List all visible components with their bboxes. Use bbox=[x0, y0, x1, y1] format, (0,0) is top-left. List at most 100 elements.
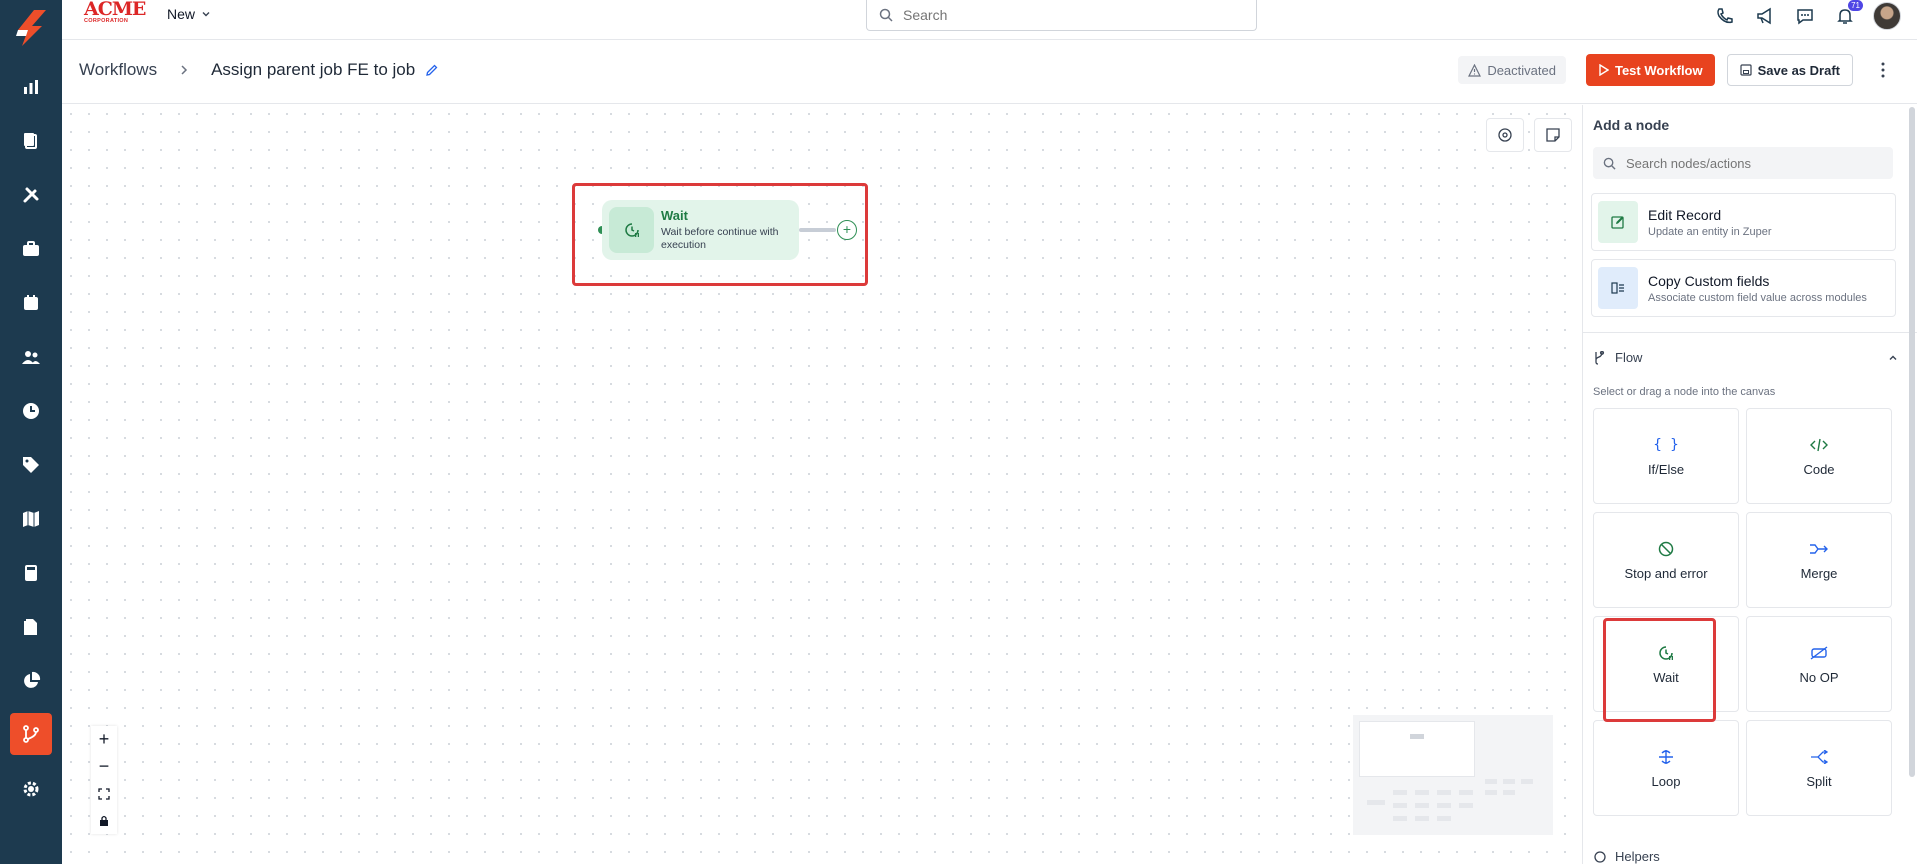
flow-section-header[interactable]: Flow bbox=[1593, 350, 1898, 365]
zoom-controls: + − bbox=[91, 726, 117, 834]
notifications-bell-icon[interactable]: 71 bbox=[1833, 0, 1863, 28]
action-subtitle: Update an entity in Zuper bbox=[1648, 225, 1772, 238]
wait-node-title: Wait bbox=[661, 208, 688, 223]
top-bar: ACME CORPORATION New 71 bbox=[62, 0, 1917, 40]
clock-pause-icon bbox=[609, 207, 654, 253]
flow-hint: Select or drag a node into the canvas bbox=[1593, 386, 1776, 398]
more-options-icon[interactable] bbox=[1871, 58, 1895, 82]
breadcrumb-workflows-link[interactable]: Workflows bbox=[79, 60, 157, 80]
action-title: Edit Record bbox=[1648, 206, 1722, 223]
minimap-block bbox=[1437, 816, 1451, 821]
helpers-icon bbox=[1594, 850, 1606, 863]
action-edit-record[interactable]: Edit Record Update an entity in Zuper bbox=[1591, 193, 1896, 251]
test-workflow-label: Test Workflow bbox=[1614, 62, 1703, 78]
node-connector bbox=[799, 228, 836, 232]
calculator-icon[interactable] bbox=[19, 561, 43, 585]
global-search-input[interactable] bbox=[903, 7, 1243, 23]
canvas-settings-icon[interactable] bbox=[1486, 118, 1524, 152]
warning-icon bbox=[1468, 63, 1482, 77]
minimap-viewport bbox=[1359, 721, 1475, 777]
workflows-icon[interactable] bbox=[10, 713, 52, 755]
briefcase-icon[interactable] bbox=[19, 237, 43, 261]
edit-record-icon bbox=[1598, 201, 1638, 243]
user-avatar[interactable] bbox=[1873, 2, 1901, 30]
new-label: New bbox=[167, 6, 196, 22]
chat-icon[interactable] bbox=[1793, 4, 1817, 28]
edit-pencil-icon[interactable] bbox=[425, 63, 439, 77]
helpers-section-header[interactable]: Helpers bbox=[1593, 849, 1660, 864]
panel-title: Add a node bbox=[1593, 117, 1670, 133]
tile-label: If/Else bbox=[1647, 461, 1685, 477]
save-draft-button[interactable]: Save as Draft bbox=[1726, 54, 1853, 86]
flow-section-title: Flow bbox=[1615, 350, 1643, 365]
flow-tile-split[interactable]: Split bbox=[1746, 720, 1892, 816]
action-copy-custom-fields[interactable]: Copy Custom fields Associate custom fiel… bbox=[1591, 259, 1896, 317]
flow-tile-if-else[interactable]: { } If/Else bbox=[1593, 408, 1739, 504]
action-title: Copy Custom fields bbox=[1648, 272, 1770, 289]
status-label: Deactivated bbox=[1487, 62, 1556, 78]
action-edit-record-text: Edit Record Update an entity in Zuper bbox=[1648, 207, 1772, 238]
minimap-block bbox=[1415, 803, 1429, 808]
tile-label: Merge bbox=[1800, 565, 1838, 581]
global-search[interactable] bbox=[866, 0, 1257, 31]
action-subtitle: Associate custom field value across modu… bbox=[1648, 291, 1867, 304]
brand-text: ACME bbox=[84, 0, 146, 20]
zoom-in-button[interactable]: + bbox=[91, 726, 117, 753]
tile-label: Code bbox=[1803, 461, 1835, 477]
app-logo-icon[interactable] bbox=[12, 8, 50, 48]
minimap-block bbox=[1459, 803, 1473, 808]
tag-icon[interactable] bbox=[19, 453, 43, 477]
wait-tile-highlight bbox=[1603, 618, 1716, 722]
minimap-block bbox=[1521, 779, 1533, 784]
header-actions: Deactivated Test Workflow Save as Draft bbox=[1458, 54, 1895, 86]
sticky-note-icon[interactable] bbox=[1534, 118, 1572, 152]
search-icon bbox=[1603, 157, 1616, 170]
flow-tile-merge[interactable]: Merge bbox=[1746, 512, 1892, 608]
tools-icon[interactable] bbox=[19, 183, 43, 207]
map-icon[interactable] bbox=[19, 507, 43, 531]
clock-icon[interactable] bbox=[19, 399, 43, 423]
search-icon bbox=[879, 8, 893, 22]
left-nav-rail bbox=[0, 0, 62, 864]
analytics-icon[interactable] bbox=[19, 75, 43, 99]
zoom-out-button[interactable]: − bbox=[91, 753, 117, 780]
calendar-icon[interactable] bbox=[19, 291, 43, 315]
users-icon[interactable] bbox=[19, 345, 43, 369]
settings-gear-icon[interactable] bbox=[19, 777, 43, 801]
loop-icon bbox=[1657, 748, 1675, 766]
wait-node[interactable]: Wait Wait before continue with execution bbox=[602, 200, 799, 260]
status-badge: Deactivated bbox=[1458, 56, 1566, 84]
node-search-input[interactable] bbox=[1626, 155, 1886, 171]
new-dropdown[interactable]: New bbox=[167, 6, 211, 22]
wait-node-text: Wait Wait before continue with execution bbox=[661, 208, 789, 252]
minimap-block bbox=[1437, 803, 1451, 808]
flow-tile-loop[interactable]: Loop bbox=[1593, 720, 1739, 816]
phone-icon[interactable] bbox=[1713, 4, 1737, 28]
megaphone-icon[interactable] bbox=[1753, 4, 1777, 28]
copy-fields-icon bbox=[1598, 267, 1638, 309]
jobs-icon[interactable] bbox=[19, 129, 43, 153]
tile-label: Loop bbox=[1651, 773, 1681, 789]
minimap[interactable] bbox=[1353, 715, 1553, 835]
flow-tile-no-op[interactable]: No OP bbox=[1746, 616, 1892, 712]
pie-chart-icon[interactable] bbox=[19, 669, 43, 693]
fit-view-icon[interactable] bbox=[91, 780, 117, 807]
helpers-section-title: Helpers bbox=[1615, 849, 1660, 864]
add-next-node-icon[interactable]: + bbox=[837, 220, 857, 240]
tile-label: No OP bbox=[1799, 669, 1839, 685]
minimap-block bbox=[1503, 790, 1515, 795]
merge-icon bbox=[1809, 540, 1829, 558]
lock-icon[interactable] bbox=[91, 807, 117, 834]
minimap-block bbox=[1393, 803, 1407, 808]
flow-tile-stop-and-error[interactable]: Stop and error bbox=[1593, 512, 1739, 608]
documents-icon[interactable] bbox=[19, 615, 43, 639]
minimap-block bbox=[1485, 779, 1497, 784]
node-palette-panel: Add a node Edit Record Update an entity … bbox=[1582, 105, 1917, 864]
save-icon bbox=[1740, 64, 1752, 76]
panel-scrollbar[interactable] bbox=[1909, 107, 1915, 777]
brand-logo[interactable]: ACME CORPORATION bbox=[84, 0, 148, 28]
node-search[interactable] bbox=[1593, 147, 1893, 179]
no-op-icon bbox=[1810, 644, 1828, 662]
test-workflow-button[interactable]: Test Workflow bbox=[1585, 54, 1715, 86]
flow-tile-code[interactable]: Code bbox=[1746, 408, 1892, 504]
